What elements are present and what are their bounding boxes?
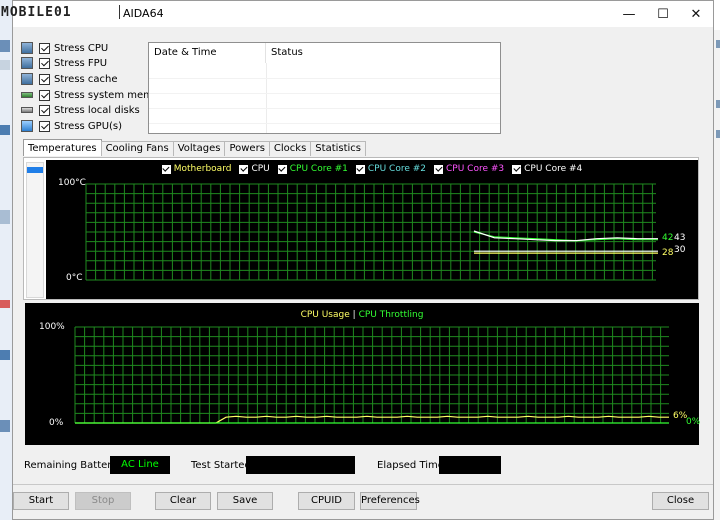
row-divider <box>149 108 500 109</box>
temperature-plot <box>85 183 658 281</box>
tab-cooling-fans[interactable]: Cooling Fans <box>100 141 174 156</box>
clear-button[interactable]: Clear <box>155 492 211 510</box>
temperature-chart: Motherboard CPU CPU Core #1 CPU Core #2 … <box>46 160 698 299</box>
stress-cpu-label: Stress CPU <box>54 42 109 54</box>
stress-memory-option[interactable]: Stress system memory <box>21 88 169 102</box>
elapsed-time-label: Elapsed Time: <box>377 460 448 471</box>
motherboard-end-value: 28 <box>662 248 674 258</box>
tab-clocks[interactable]: Clocks <box>268 141 312 156</box>
stress-cache-checkbox[interactable] <box>39 73 50 85</box>
stress-fpu-checkbox[interactable] <box>39 57 50 69</box>
stress-cpu-option[interactable]: Stress CPU <box>21 41 108 55</box>
remaining-battery-value: AC Line <box>110 456 170 474</box>
watermark-logo: MOBILE01 <box>1 3 72 21</box>
close-button[interactable]: Close <box>652 492 709 510</box>
stress-disks-option[interactable]: Stress local disks <box>21 103 140 117</box>
cpuid-button[interactable]: CPUID <box>298 492 355 510</box>
test-started-value <box>246 456 355 474</box>
stress-disks-checkbox[interactable] <box>39 104 50 116</box>
button-bar-divider <box>13 484 713 485</box>
row-divider <box>149 123 500 124</box>
desktop-background-strip <box>0 0 12 520</box>
desktop-right-edge <box>714 30 720 520</box>
row-divider <box>149 78 500 79</box>
title-bar[interactable]: MOBILE01 AIDA64 — ☐ ✕ <box>1 1 713 27</box>
stress-cache-option[interactable]: Stress cache <box>21 72 118 86</box>
stress-cpu-checkbox[interactable] <box>39 42 50 54</box>
stop-button[interactable]: Stop <box>75 492 131 510</box>
tab-bar: Temperatures Cooling Fans Voltages Power… <box>23 139 367 157</box>
column-header-date-time[interactable]: Date & Time <box>149 43 266 63</box>
fpu-icon <box>21 57 33 69</box>
maximize-button[interactable]: ☐ <box>646 1 680 27</box>
temperatures-panel: Motherboard CPU CPU Core #1 CPU Core #2 … <box>23 157 699 300</box>
elapsed-time-value <box>439 456 501 474</box>
cpu-end-value: 30 <box>674 245 686 255</box>
tab-statistics[interactable]: Statistics <box>310 141 367 156</box>
close-window-button[interactable]: ✕ <box>679 1 713 27</box>
cpu-core4-end-value: 43 <box>674 233 686 243</box>
log-table[interactable]: Date & Time Status <box>148 42 501 134</box>
stress-memory-checkbox[interactable] <box>39 89 50 101</box>
preferences-button[interactable]: Preferences <box>360 492 420 510</box>
stress-disks-label: Stress local disks <box>54 104 140 116</box>
memory-icon <box>21 92 33 98</box>
stress-fpu-label: Stress FPU <box>54 57 108 69</box>
cpu-series-line <box>75 415 669 424</box>
stress-gpu-label: Stress GPU(s) <box>54 120 123 132</box>
minimize-button[interactable]: — <box>612 1 646 27</box>
cpu-usage-chart: CPU Usage | CPU Throttling 100% 0% 6% 0% <box>25 303 701 445</box>
sensor-list[interactable] <box>26 162 44 298</box>
disk-icon <box>21 107 33 113</box>
stress-fpu-option[interactable]: Stress FPU <box>21 56 107 70</box>
cpu-usage-plot <box>74 326 669 424</box>
gpu-icon <box>21 120 33 132</box>
cpu-throttling-end-value: 0% <box>686 417 701 427</box>
title-separator <box>119 5 120 19</box>
test-started-label: Test Started: <box>191 460 255 471</box>
tab-voltages[interactable]: Voltages <box>172 141 226 156</box>
window-title: AIDA64 <box>123 7 164 20</box>
row-divider <box>149 93 500 94</box>
aida64-window: MOBILE01 AIDA64 — ☐ ✕ Stress CPU Stress … <box>1 0 714 520</box>
remaining-battery-label: Remaining Battery: <box>24 460 120 471</box>
tab-temperatures[interactable]: Temperatures <box>23 139 102 156</box>
stress-cache-label: Stress cache <box>54 73 118 85</box>
selected-sensor-indicator <box>27 167 43 173</box>
cache-icon <box>21 73 33 85</box>
logo-text: MOBILE01 <box>1 4 72 20</box>
cpu-icon <box>21 42 33 54</box>
start-button[interactable]: Start <box>13 492 69 510</box>
stress-gpu-option[interactable]: Stress GPU(s) <box>21 119 122 133</box>
tab-powers[interactable]: Powers <box>224 141 270 156</box>
save-button[interactable]: Save <box>217 492 273 510</box>
column-header-status[interactable]: Status <box>266 43 500 63</box>
core1-end-value: 42 <box>662 233 674 243</box>
stress-gpu-checkbox[interactable] <box>39 120 50 132</box>
